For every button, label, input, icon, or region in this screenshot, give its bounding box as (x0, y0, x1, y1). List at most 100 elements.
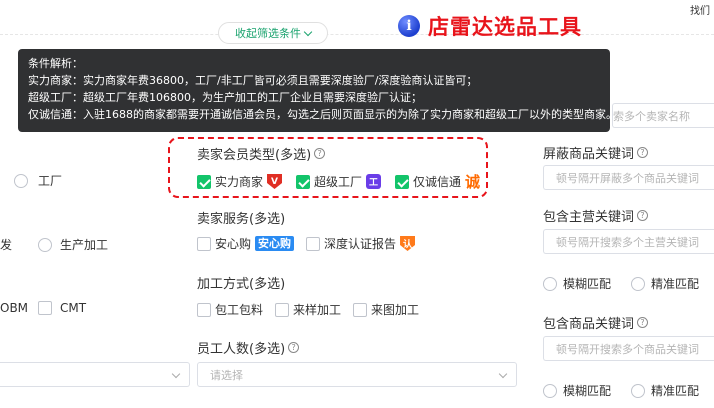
radio-circle (38, 237, 52, 252)
checkbox-box (275, 302, 290, 317)
process-title-text: 加工方式(多选) (197, 277, 286, 292)
service-option-anxin[interactable]: 安心购 安心购 (197, 235, 295, 252)
process-option-label: 包工包料 (215, 303, 264, 317)
chevron-down-icon (171, 369, 181, 379)
seller-name-placeholder: 索多个卖家名称 (613, 109, 690, 123)
chengxin-badge-icon: 诚 (465, 173, 481, 191)
radio-fuzzy-product[interactable]: 模糊匹配 (543, 382, 611, 399)
main-match-options: 模糊匹配 精准匹配 (543, 275, 699, 292)
process-option-label: 来样加工 (293, 303, 342, 317)
radio-fuzzy-label: 模糊匹配 (563, 277, 612, 291)
deep-cert-badge-icon: 认 (400, 236, 416, 251)
member-option-label: 超级工厂 (314, 175, 363, 189)
member-options: 实力商家 V 超级工厂 工 仅诚信通 诚 (197, 171, 480, 192)
radio-circle (631, 276, 646, 291)
main-keyword-placeholder: 顿号隔开搜索多个主营关键词 (556, 235, 699, 249)
member-option-super-factory[interactable]: 超级工厂 工 (296, 173, 382, 190)
help-icon[interactable]: ? (637, 147, 649, 158)
condition-tooltip: 条件解析： 实力商家：实力商家年费36800，工厂/非工厂皆可必须且需要深度验厂… (18, 49, 617, 132)
tooltip-line-strength: 实力商家：实力商家年费36800，工厂/非工厂皆可必须且需要深度验厂/深度验商认… (28, 74, 478, 87)
fa-text: 发 (0, 236, 12, 253)
checkbox-cmt[interactable]: CMT (38, 301, 86, 315)
checkbox-cmt-label: CMT (60, 301, 87, 315)
checkbox-box (353, 302, 368, 317)
staff-title-text: 员工人数(多选) (197, 342, 286, 357)
help-icon[interactable]: ? (637, 317, 649, 328)
process-option-label: 来图加工 (371, 303, 420, 317)
radio-circle (543, 276, 557, 291)
service-option-label: 深度认证报告 (324, 237, 397, 251)
brand-title: 店雷达选品工具 (428, 15, 582, 39)
top-divider (0, 34, 714, 35)
radio-circle (543, 383, 557, 398)
checkbox-box (197, 302, 211, 317)
radio-fuzzy-label: 模糊匹配 (563, 384, 612, 398)
collapse-filter-button[interactable]: 收起筛选条件 (218, 22, 328, 44)
chevron-down-icon (498, 369, 508, 379)
service-title-text: 卖家服务(多选) (197, 212, 286, 227)
radio-production[interactable]: 生产加工 (38, 236, 108, 253)
shield-keyword-input[interactable]: 顿号隔开屏蔽多个商品关键词 (543, 165, 714, 190)
main-keyword-input[interactable]: 顿号隔开搜索多个主营关键词 (543, 229, 714, 254)
radio-exact-label: 精准匹配 (651, 277, 700, 291)
process-option-1[interactable]: 来样加工 (275, 301, 341, 318)
checkbox-checked (296, 174, 311, 189)
member-type-title: 卖家会员类型(多选) ? (197, 144, 326, 163)
shield-keyword-title-text: 屏蔽商品关键词 (543, 147, 635, 162)
collapse-label: 收起筛选条件 (235, 27, 301, 40)
product-keyword-title-text: 包含商品关键词 (543, 317, 635, 332)
radio-exact-main[interactable]: 精准匹配 (631, 275, 699, 292)
service-options: 安心购 安心购 深度认证报告 认 (197, 235, 416, 252)
obm-label: OBM (0, 301, 29, 315)
service-option-deep-report[interactable]: 深度认证报告 认 (306, 235, 416, 252)
obm-text: OBM (0, 301, 28, 315)
product-keyword-input[interactable]: 顿号隔开搜索多个商品关键词 (543, 336, 714, 361)
staff-select-placeholder: 请选择 (210, 368, 243, 382)
strength-merchant-badge-icon: V (267, 174, 283, 189)
help-icon[interactable]: ? (637, 210, 649, 221)
member-option-label: 实力商家 (215, 175, 264, 189)
member-option-strength[interactable]: 实力商家 V (197, 173, 283, 190)
member-type-title-text: 卖家会员类型(多选) (197, 148, 312, 163)
tooltip-line-super-factory: 超级工厂：超级工厂年费106800，为生产加工的工厂企业且需要深度验厂认证； (28, 91, 422, 104)
shield-keyword-placeholder: 顿号隔开屏蔽多个商品关键词 (556, 171, 699, 185)
staff-select[interactable]: 请选择 (197, 362, 517, 387)
staff-title: 员工人数(多选) ? (197, 338, 300, 357)
main-keyword-title-text: 包含主营关键词 (543, 210, 635, 225)
checkbox-checked (395, 174, 410, 189)
seller-name-input[interactable]: 索多个卖家名称 (612, 103, 714, 128)
radio-factory[interactable]: 工厂 (14, 172, 62, 189)
service-option-label: 安心购 (215, 237, 252, 251)
tooltip-heading: 条件解析： (28, 57, 83, 70)
help-icon[interactable]: ? (314, 148, 326, 159)
checkbox-box (197, 236, 211, 251)
member-option-label: 仅诚信通 (413, 175, 462, 189)
info-icon: i (398, 15, 420, 37)
checkbox-box (38, 301, 52, 315)
tooltip-line-chengxin: 仅诚信通：入驻1688的商家都需要开通诚信通会员，勾选之后则页面显示的为除了实力… (28, 108, 617, 121)
process-option-0[interactable]: 包工包料 (197, 301, 263, 318)
product-keyword-placeholder: 顿号隔开搜索多个商品关键词 (556, 342, 699, 356)
anxin-badge-icon: 安心购 (255, 236, 295, 251)
chevron-down-icon (303, 27, 313, 36)
process-option-2[interactable]: 来图加工 (353, 301, 419, 318)
product-match-options: 模糊匹配 精准匹配 (543, 382, 699, 399)
radio-fuzzy-main[interactable]: 模糊匹配 (543, 275, 611, 292)
corner-text: 找们 (690, 6, 710, 17)
checkbox-box (306, 236, 321, 251)
fa-label: 发 (0, 238, 13, 252)
radio-exact-label: 精准匹配 (651, 384, 700, 398)
service-title: 卖家服务(多选) (197, 208, 285, 227)
main-keyword-title: 包含主营关键词 ? (543, 206, 649, 225)
process-title: 加工方式(多选) (197, 273, 285, 292)
radio-exact-product[interactable]: 精准匹配 (631, 382, 699, 399)
shield-keyword-title: 屏蔽商品关键词 ? (543, 143, 649, 162)
radio-circle (631, 383, 646, 398)
member-option-chengxintong[interactable]: 仅诚信通 诚 (395, 171, 480, 192)
radio-factory-label: 工厂 (38, 174, 63, 188)
radio-production-label: 生产加工 (60, 238, 109, 252)
brand: i 店雷达选品工具 (398, 11, 582, 41)
help-icon[interactable]: ? (288, 342, 300, 353)
left-select[interactable] (0, 362, 190, 387)
product-keyword-title: 包含商品关键词 ? (543, 313, 649, 332)
